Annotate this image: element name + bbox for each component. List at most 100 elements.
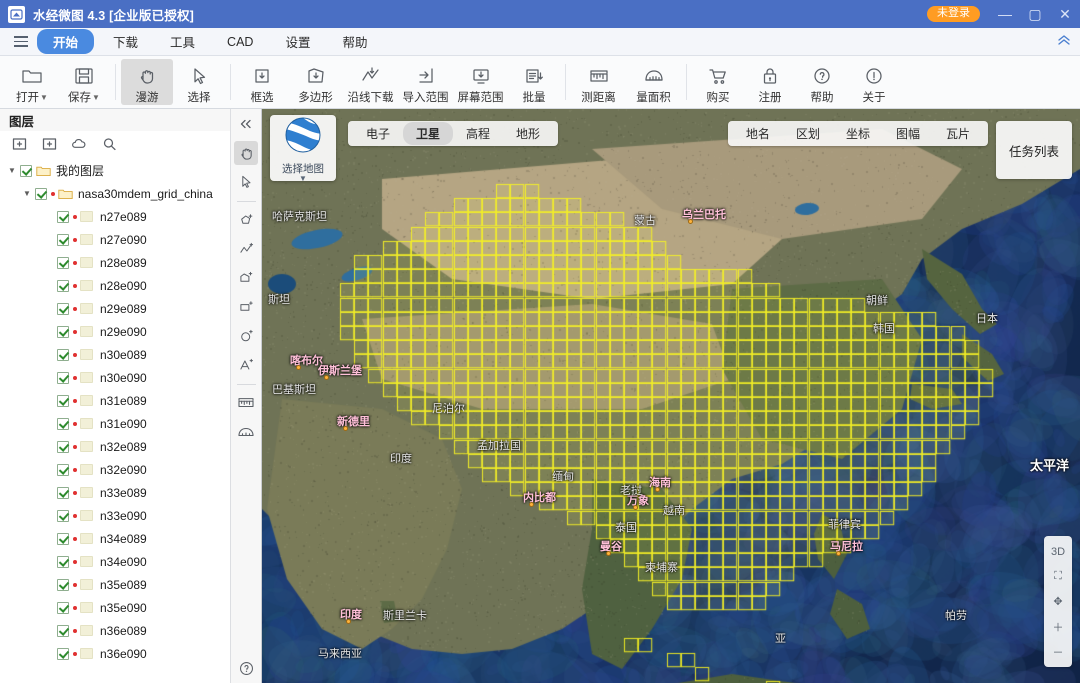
checkbox[interactable]	[57, 532, 69, 545]
pan-hand-icon[interactable]	[234, 141, 258, 165]
fullscreen-button[interactable]: ⛶	[1045, 564, 1071, 589]
tree-node-layer[interactable]: n29e089	[0, 297, 230, 320]
tree-node-layer[interactable]: n27e090	[0, 228, 230, 251]
checkbox[interactable]	[57, 624, 69, 637]
tab-coordinates[interactable]: 坐标	[833, 122, 883, 145]
basemap-picker-button[interactable]: 选择地图 ▼	[270, 115, 336, 182]
pan-button[interactable]: 漫游	[121, 59, 173, 105]
tree-node-layer[interactable]: n31e090	[0, 412, 230, 435]
tree-node-layer[interactable]: n33e089	[0, 481, 230, 504]
tab-satellite[interactable]: 卫星	[403, 122, 454, 145]
collapse-arrows-icon[interactable]	[234, 112, 258, 136]
tree-node-group[interactable]: ▼ nasa30mdem_grid_china	[0, 182, 230, 205]
checkbox[interactable]	[57, 509, 69, 522]
checkbox[interactable]	[57, 555, 69, 568]
checkbox[interactable]	[57, 371, 69, 384]
register-button[interactable]: 注册	[744, 59, 796, 105]
menu-item-download[interactable]: 下载	[100, 29, 151, 54]
tree-node-layer[interactable]: n30e089	[0, 343, 230, 366]
checkbox[interactable]	[57, 394, 69, 407]
cursor-arrow-icon[interactable]	[234, 170, 258, 194]
add-text-icon[interactable]	[234, 353, 258, 377]
checkbox[interactable]	[57, 440, 69, 453]
minimize-button[interactable]: —	[990, 0, 1020, 28]
tab-districts[interactable]: 区划	[783, 122, 833, 145]
checkbox[interactable]	[57, 578, 69, 591]
select-button[interactable]: 选择	[173, 59, 225, 105]
menu-item-cad[interactable]: CAD	[214, 32, 266, 52]
checkbox[interactable]	[57, 302, 69, 315]
login-status-badge[interactable]: 未登录	[927, 6, 980, 22]
cloud-icon[interactable]	[71, 136, 87, 152]
download-along-line-button[interactable]: 沿线下载	[343, 59, 398, 105]
compass-button[interactable]: ✥	[1045, 589, 1071, 614]
checkbox[interactable]	[57, 486, 69, 499]
checkbox[interactable]	[57, 210, 69, 223]
tree-node-layer[interactable]: n32e089	[0, 435, 230, 458]
checkbox[interactable]	[57, 279, 69, 292]
menu-icon[interactable]	[8, 32, 34, 51]
menu-item-tools[interactable]: 工具	[157, 29, 208, 54]
checkbox[interactable]	[57, 348, 69, 361]
tree-node-layer[interactable]: n30e090	[0, 366, 230, 389]
measure-distance-button[interactable]: 测距离	[571, 59, 626, 105]
search-icon[interactable]	[101, 136, 117, 152]
screen-range-button[interactable]: 屏幕范围	[453, 59, 508, 105]
checkbox[interactable]	[57, 325, 69, 338]
about-button[interactable]: 关于	[848, 59, 900, 105]
chevron-down-icon[interactable]: ▼	[299, 174, 307, 182]
tree-node-layer[interactable]: n29e090	[0, 320, 230, 343]
checkbox[interactable]	[57, 647, 69, 660]
chevron-up-icon[interactable]	[1048, 34, 1080, 49]
tab-tiles[interactable]: 瓦片	[933, 122, 983, 145]
tree-node-layer[interactable]: n34e090	[0, 550, 230, 573]
tab-elevation[interactable]: 高程	[453, 122, 503, 145]
add-group-icon[interactable]	[41, 136, 57, 152]
add-layer-icon[interactable]	[11, 136, 27, 152]
checkbox[interactable]	[57, 463, 69, 476]
expand-arrow-icon[interactable]: ▼	[19, 189, 35, 198]
checkbox[interactable]	[57, 417, 69, 430]
add-area-icon[interactable]	[234, 266, 258, 290]
checkbox[interactable]	[57, 233, 69, 246]
maximize-button[interactable]: ▢	[1020, 0, 1050, 28]
tree-node-layer[interactable]: n31e089	[0, 389, 230, 412]
layer-tree[interactable]: ▼ 我的图层 ▼ nasa30mdem_grid_china n27e089 n…	[0, 157, 230, 683]
zoom-out-button[interactable]: －	[1045, 639, 1071, 664]
ruler-icon[interactable]	[234, 391, 258, 415]
measure-area-button[interactable]: 量面积	[626, 59, 681, 105]
menu-item-start[interactable]: 开始	[37, 29, 95, 54]
save-button[interactable]: 保存▼	[58, 59, 110, 105]
checkbox[interactable]	[35, 187, 47, 200]
rect-select-button[interactable]: 框选	[236, 59, 288, 105]
buy-button[interactable]: 购买	[692, 59, 744, 105]
help-button[interactable]: 帮助	[796, 59, 848, 105]
import-range-button[interactable]: 导入范围	[398, 59, 453, 105]
close-button[interactable]: ✕	[1050, 0, 1080, 28]
batch-button[interactable]: 批量	[508, 59, 560, 105]
view-3d-button[interactable]: 3D	[1045, 539, 1071, 564]
tab-mapsheet[interactable]: 图幅	[883, 122, 933, 145]
tab-electronic[interactable]: 电子	[353, 122, 403, 145]
tree-node-layer[interactable]: n27e089	[0, 205, 230, 228]
menu-item-settings[interactable]: 设置	[272, 29, 323, 54]
tab-terrain[interactable]: 地形	[503, 122, 553, 145]
add-circle-icon[interactable]	[234, 324, 258, 348]
add-polyline-icon[interactable]	[234, 237, 258, 261]
tree-node-layer[interactable]: n28e090	[0, 274, 230, 297]
map-view[interactable]: 哈萨克斯坦 蒙古 乌兰巴托 斯坦 朝鲜 韩国 日本 喀布尔 伊斯兰堡 巴基斯坦 尼泊尔 新德里 孟加拉国…	[262, 109, 1080, 683]
tree-node-root[interactable]: ▼ 我的图层	[0, 159, 230, 182]
zoom-in-button[interactable]: ＋	[1045, 614, 1071, 639]
polygon-button[interactable]: 多边形	[288, 59, 343, 105]
add-polygon-icon[interactable]	[234, 208, 258, 232]
tree-node-layer[interactable]: n36e089	[0, 619, 230, 642]
tree-node-layer[interactable]: n35e090	[0, 596, 230, 619]
expand-arrow-icon[interactable]: ▼	[4, 166, 20, 175]
tree-node-layer[interactable]: n28e089	[0, 251, 230, 274]
open-button[interactable]: 打开▼	[6, 59, 58, 105]
tree-node-layer[interactable]: n33e090	[0, 504, 230, 527]
checkbox[interactable]	[57, 256, 69, 269]
question-circle-icon[interactable]	[234, 656, 258, 680]
map-canvas[interactable]	[262, 109, 1080, 683]
add-rect-icon[interactable]	[234, 295, 258, 319]
